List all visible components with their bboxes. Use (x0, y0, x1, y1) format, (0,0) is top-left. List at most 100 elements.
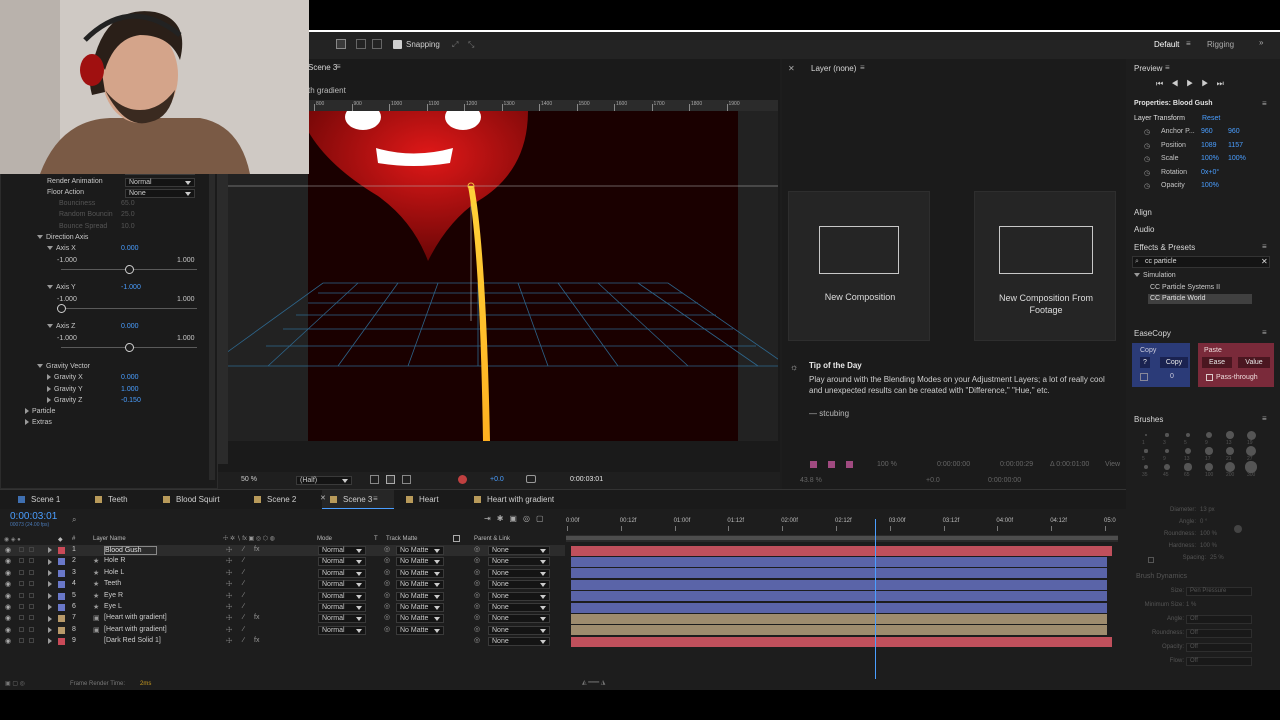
ec-row-label[interactable]: Gravity Vector (37, 363, 90, 370)
pickwhip-icon[interactable]: ◎ (474, 625, 480, 633)
ec-row-value[interactable]: 0.000 (121, 323, 139, 330)
brush-tip[interactable] (1164, 464, 1170, 470)
menu-icon[interactable]: ≡ (1262, 99, 1267, 108)
solo-checkbox[interactable] (19, 569, 24, 575)
workspace-rigging[interactable]: Rigging (1207, 40, 1234, 49)
search-icon[interactable]: ⌕ (72, 515, 76, 525)
stopwatch-icon[interactable]: ◷ (1144, 169, 1150, 177)
mode-dropdown[interactable]: Normal (318, 580, 366, 590)
quality-icon[interactable]: ∕ (243, 603, 244, 610)
timecode-2[interactable]: 0:00:00:00 (988, 477, 1021, 484)
quality-icon[interactable]: ∕ (243, 546, 244, 553)
brush-prop-value[interactable]: 13 px (1200, 507, 1215, 513)
lock-checkbox[interactable] (29, 547, 34, 552)
comp-tab[interactable]: Scene 3 (308, 63, 337, 72)
playhead[interactable] (874, 519, 876, 679)
region-icon[interactable] (370, 475, 379, 484)
layer-row[interactable]: ◉ 1 Blood Gush ☩ ∕ fx Normal ◎ No Matte ◎ None (0, 545, 565, 556)
matte-icon[interactable]: ◎ (384, 591, 390, 599)
lock-checkbox[interactable] (29, 581, 34, 587)
mode-dropdown[interactable]: Normal (318, 568, 366, 578)
label-color[interactable] (58, 604, 65, 611)
label-color[interactable] (58, 569, 65, 577)
pickwhip-icon[interactable]: ◎ (474, 591, 480, 599)
matte-icon[interactable]: ◎ (384, 556, 390, 564)
pickwhip-icon[interactable]: ◎ (474, 579, 480, 587)
ec-row-label[interactable]: Gravity X (47, 374, 83, 381)
layer-duration-bar[interactable] (571, 602, 1107, 613)
ec-row-label[interactable]: Bounciness (59, 200, 95, 207)
label-color[interactable] (58, 638, 65, 646)
ec-row-value[interactable]: 25.0 (121, 211, 135, 218)
parent-dropdown[interactable]: None (488, 557, 550, 567)
ec-row-label[interactable]: Particle (25, 408, 55, 415)
out-point[interactable]: 0:00:00:29 (1000, 461, 1033, 468)
expand-icon[interactable] (48, 592, 55, 600)
parent-dropdown[interactable]: None (488, 591, 550, 601)
dynamics-dropdown[interactable]: Off (1186, 615, 1252, 624)
brush-tip[interactable] (1185, 432, 1191, 438)
align-icon[interactable] (336, 39, 346, 49)
audio-header[interactable]: Audio (1134, 225, 1154, 234)
layer-row[interactable]: ◉ 7 ▣ [Heart with gradient] ☩ ∕ fx Normal ◎ No Ma… (0, 613, 565, 624)
expand-icon[interactable] (48, 604, 55, 611)
track-matte-dropdown[interactable]: No Matte (396, 568, 444, 578)
exposure-2[interactable]: +0.0 (926, 477, 940, 484)
preview-header[interactable]: Preview (1134, 64, 1162, 73)
menu-icon[interactable]: ≡ (373, 494, 378, 503)
transform-value[interactable]: 1089 (1201, 142, 1217, 149)
eye-icon[interactable]: ◉ (5, 637, 11, 645)
ec-dropdown[interactable]: None (125, 189, 195, 198)
scrollbar[interactable] (209, 170, 215, 480)
timeline-tab[interactable]: Blood Squirt (176, 495, 220, 504)
fx-icon[interactable]: fx (254, 614, 259, 621)
brush-tip[interactable] (1164, 448, 1170, 454)
dynamics-dropdown[interactable]: Off (1186, 629, 1252, 638)
parent-dropdown[interactable]: None (488, 614, 550, 624)
close-icon[interactable]: ✕ (788, 64, 795, 73)
easecopy-header[interactable]: EaseCopy (1134, 329, 1171, 338)
ec-row-label[interactable]: Axis X (47, 245, 76, 252)
time-ruler[interactable]: 0:00f 00:12f 01:00f 01:12f 02:00f 02:12f 03:00… (566, 513, 1118, 531)
grid-icon[interactable] (386, 475, 395, 484)
eye-icon[interactable]: ◉ (5, 557, 11, 565)
shy-icon[interactable]: ☩ (226, 626, 232, 634)
stopwatch-icon[interactable]: ◷ (1144, 142, 1150, 150)
transform-value[interactable]: 0x+0° (1201, 169, 1219, 176)
ec-row-label[interactable]: Random Bouncin (59, 211, 113, 218)
timeline-tab[interactable]: Teeth (108, 495, 128, 504)
tool-icon[interactable] (356, 39, 366, 49)
mode-dropdown[interactable]: Normal (318, 546, 366, 555)
slider-knob[interactable] (125, 343, 134, 352)
resolution-dropdown[interactable]: (Half) (296, 476, 352, 485)
transform-value[interactable]: 960 (1228, 128, 1240, 135)
shy-icon[interactable]: ☩ (226, 557, 232, 565)
track-matte-dropdown[interactable]: No Matte (396, 625, 444, 635)
brush-tip[interactable] (1145, 434, 1147, 436)
eye-icon[interactable]: ◉ (5, 546, 11, 554)
layer-duration-bar[interactable] (571, 545, 1112, 556)
fx-icon[interactable]: fx (254, 546, 259, 553)
pickwhip-icon[interactable]: ◎ (474, 613, 480, 621)
solo-checkbox[interactable] (19, 604, 24, 609)
menu-icon[interactable]: ≡ (860, 63, 865, 72)
track-matte-dropdown[interactable]: No Matte (396, 557, 444, 567)
tree-simulation[interactable]: Simulation (1134, 272, 1176, 279)
layer-duration-bar[interactable] (571, 636, 1112, 647)
effects-search-input[interactable]: ⌕ cc particle ✕ (1132, 256, 1270, 268)
horizontal-ruler[interactable]: 800 900 1000 1100 1200 1300 1400 1500 1600 1700 18… (308, 100, 778, 111)
expand-icon[interactable] (48, 638, 55, 645)
brush-tip[interactable] (1143, 464, 1149, 470)
brush-tip[interactable] (1144, 449, 1148, 453)
comp-viewer[interactable] (206, 104, 790, 441)
menu-icon[interactable]: ≡ (336, 62, 341, 71)
expand-icon[interactable] (48, 626, 55, 634)
ec-row-value[interactable]: 10.0 (121, 223, 135, 230)
timeline-tools[interactable]: ⇥✱▣◎▢ (484, 514, 559, 524)
matte-icon[interactable]: ◎ (384, 579, 390, 587)
quality-icon[interactable]: ∕ (243, 557, 244, 564)
brush-tip[interactable] (1165, 433, 1169, 437)
ec-row-label[interactable]: Gravity Y (47, 386, 83, 393)
quality-icon[interactable]: ∕ (243, 580, 244, 587)
copy-button[interactable]: Copy (1160, 357, 1188, 368)
